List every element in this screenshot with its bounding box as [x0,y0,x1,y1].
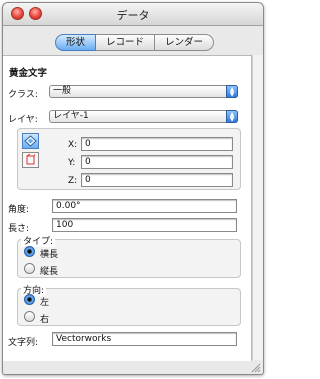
direction-left-label: 左 [40,298,50,308]
type-horizontal-label: 横長 [40,250,59,260]
data-palette-window: データ 形状 レコード レンダー 黄金文字 クラス: 一般 ▲ ▼ レイヤ: レイ… [2,2,264,375]
direction-group [17,288,241,326]
direction-right-label: 右 [40,315,50,325]
angle-field[interactable] [52,199,237,213]
tab-shape[interactable]: 形状 [55,34,97,51]
position-mode-3d-button[interactable] [22,152,39,168]
layer-label: レイヤ: [8,115,38,125]
type-vertical-radio[interactable] [24,263,35,274]
resize-grip-icon[interactable] [249,363,261,373]
object-type-title: 黄金文字 [9,68,48,79]
class-select-value: 一般 [53,86,72,96]
rotated-square-icon [24,135,37,147]
title-bar[interactable]: データ [3,3,263,26]
shape-panel: 黄金文字 クラス: 一般 ▲ ▼ レイヤ: レイヤ-1 ▲ ▼ X: 0 Y: … [3,55,252,361]
vertical-scrollbar[interactable] [252,55,263,360]
tab-render[interactable]: レンダー [155,34,215,51]
tab-record[interactable]: レコード [96,34,156,51]
chevron-updown-icon: ▲ ▼ [226,110,238,123]
cube-icon [26,153,36,165]
layer-select-value: レイヤ-1 [53,111,89,121]
text-string-field[interactable] [52,332,237,346]
x-label: X: [68,140,78,150]
chevron-updown-icon: ▲ ▼ [226,85,238,98]
z-field[interactable] [81,173,233,187]
direction-left-radio[interactable] [24,294,35,305]
direction-right-radio[interactable] [24,311,35,322]
type-horizontal-radio[interactable] [24,246,35,257]
angle-label: 角度: [8,205,30,215]
type-group-label: タイプ: [21,234,56,247]
text-string-label: 文字列: [8,338,39,348]
y-label: Y: [68,158,76,168]
y-field[interactable] [81,155,233,169]
class-label: クラス: [8,90,38,100]
z-label: Z: [68,176,78,186]
tab-bar: 形状 レコード レンダー [55,34,215,51]
layer-select[interactable]: レイヤ-1 ▲ ▼ [49,110,238,123]
window-title: データ [116,9,150,22]
class-select[interactable]: 一般 ▲ ▼ [49,85,238,98]
length-label: 長さ: [8,224,30,234]
position-mode-2d-button[interactable] [22,133,39,149]
length-field[interactable] [52,218,237,232]
type-vertical-label: 縦長 [40,267,59,277]
x-field[interactable] [81,137,233,151]
